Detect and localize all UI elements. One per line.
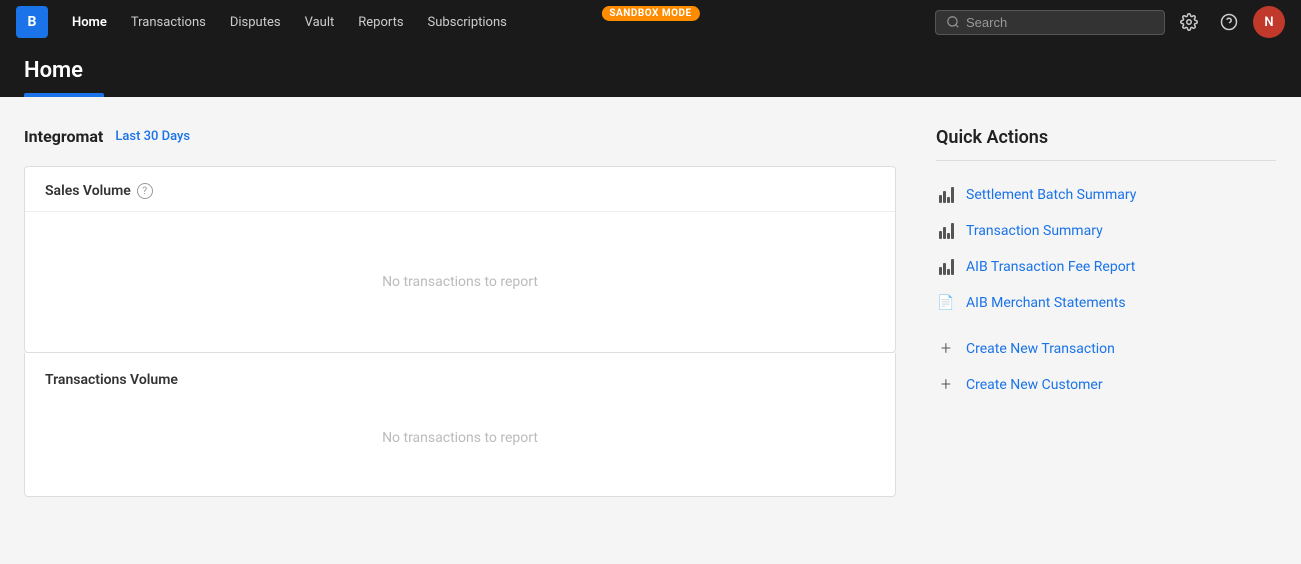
- last-days-filter[interactable]: Last 30 Days: [115, 129, 190, 144]
- transactions-volume-body: No transactions to report: [25, 400, 895, 496]
- navbar: B Home Transactions Disputes Vault Repor…: [0, 0, 1301, 44]
- company-name: Integromat: [24, 127, 103, 146]
- quick-actions-divider: [936, 160, 1276, 161]
- sales-volume-card: Sales Volume ? No transactions to report: [24, 166, 896, 353]
- transactions-volume-title: Transactions Volume: [45, 372, 178, 388]
- nav-disputes[interactable]: Disputes: [218, 0, 293, 44]
- nav-transactions[interactable]: Transactions: [119, 0, 218, 44]
- main-content: Integromat Last 30 Days Sales Volume ? N…: [0, 97, 1300, 527]
- plus-icon-2: +: [936, 375, 956, 395]
- nav-reports[interactable]: Reports: [346, 0, 415, 44]
- nav-logo: B: [16, 6, 48, 38]
- qa-create-customer-label: Create New Customer: [966, 377, 1103, 393]
- nav-links: Home Transactions Disputes Vault Reports…: [60, 0, 935, 44]
- page-header: Home: [0, 44, 1301, 97]
- transactions-no-data: No transactions to report: [382, 430, 538, 446]
- qa-aib-fee-report[interactable]: AIB Transaction Fee Report: [936, 249, 1276, 285]
- qa-spacer: [936, 321, 1276, 331]
- nav-subscriptions[interactable]: Subscriptions: [416, 0, 519, 44]
- plus-icon-1: +: [936, 339, 956, 359]
- left-panel: Integromat Last 30 Days Sales Volume ? N…: [24, 127, 896, 497]
- quick-actions-title: Quick Actions: [936, 127, 1276, 148]
- sales-volume-body: No transactions to report: [25, 212, 895, 352]
- sales-volume-title: Sales Volume: [45, 183, 131, 199]
- qa-settlement-batch-label: Settlement Batch Summary: [966, 187, 1136, 203]
- nav-right: N: [935, 6, 1285, 38]
- bar-chart-icon-2: [936, 221, 956, 241]
- sales-no-data: No transactions to report: [382, 274, 538, 290]
- section-header: Integromat Last 30 Days: [24, 127, 896, 146]
- sandbox-badge: SANDBOX MODE: [601, 6, 699, 21]
- nav-home[interactable]: Home: [60, 0, 119, 44]
- qa-create-customer[interactable]: + Create New Customer: [936, 367, 1276, 403]
- qa-create-transaction[interactable]: + Create New Transaction: [936, 331, 1276, 367]
- transactions-volume-header: Transactions Volume: [25, 353, 895, 400]
- gear-icon: [1180, 13, 1198, 31]
- bar-chart-icon-3: [936, 257, 956, 277]
- page-title: Home: [24, 58, 1277, 93]
- settings-button[interactable]: [1173, 6, 1205, 38]
- qa-aib-fee-report-label: AIB Transaction Fee Report: [966, 259, 1135, 275]
- user-avatar[interactable]: N: [1253, 6, 1285, 38]
- sales-volume-help[interactable]: ?: [137, 183, 153, 199]
- qa-aib-statements-label: AIB Merchant Statements: [966, 295, 1126, 311]
- right-panel: Quick Actions Settlement Batch Summary: [936, 127, 1276, 497]
- bar-chart-icon-1: [936, 185, 956, 205]
- transactions-volume-card: Transactions Volume No transactions to r…: [24, 353, 896, 497]
- qa-aib-statements[interactable]: 📄 AIB Merchant Statements: [936, 285, 1276, 321]
- qa-settlement-batch[interactable]: Settlement Batch Summary: [936, 177, 1276, 213]
- document-icon: 📄: [936, 293, 956, 313]
- search-bar[interactable]: [935, 10, 1165, 35]
- nav-vault[interactable]: Vault: [293, 0, 347, 44]
- qa-transaction-summary[interactable]: Transaction Summary: [936, 213, 1276, 249]
- search-input[interactable]: [966, 15, 1154, 30]
- qa-create-transaction-label: Create New Transaction: [966, 341, 1115, 357]
- help-icon: [1220, 13, 1238, 31]
- qa-transaction-summary-label: Transaction Summary: [966, 223, 1103, 239]
- sales-volume-header: Sales Volume ?: [25, 167, 895, 212]
- search-icon: [946, 15, 960, 29]
- help-button[interactable]: [1213, 6, 1245, 38]
